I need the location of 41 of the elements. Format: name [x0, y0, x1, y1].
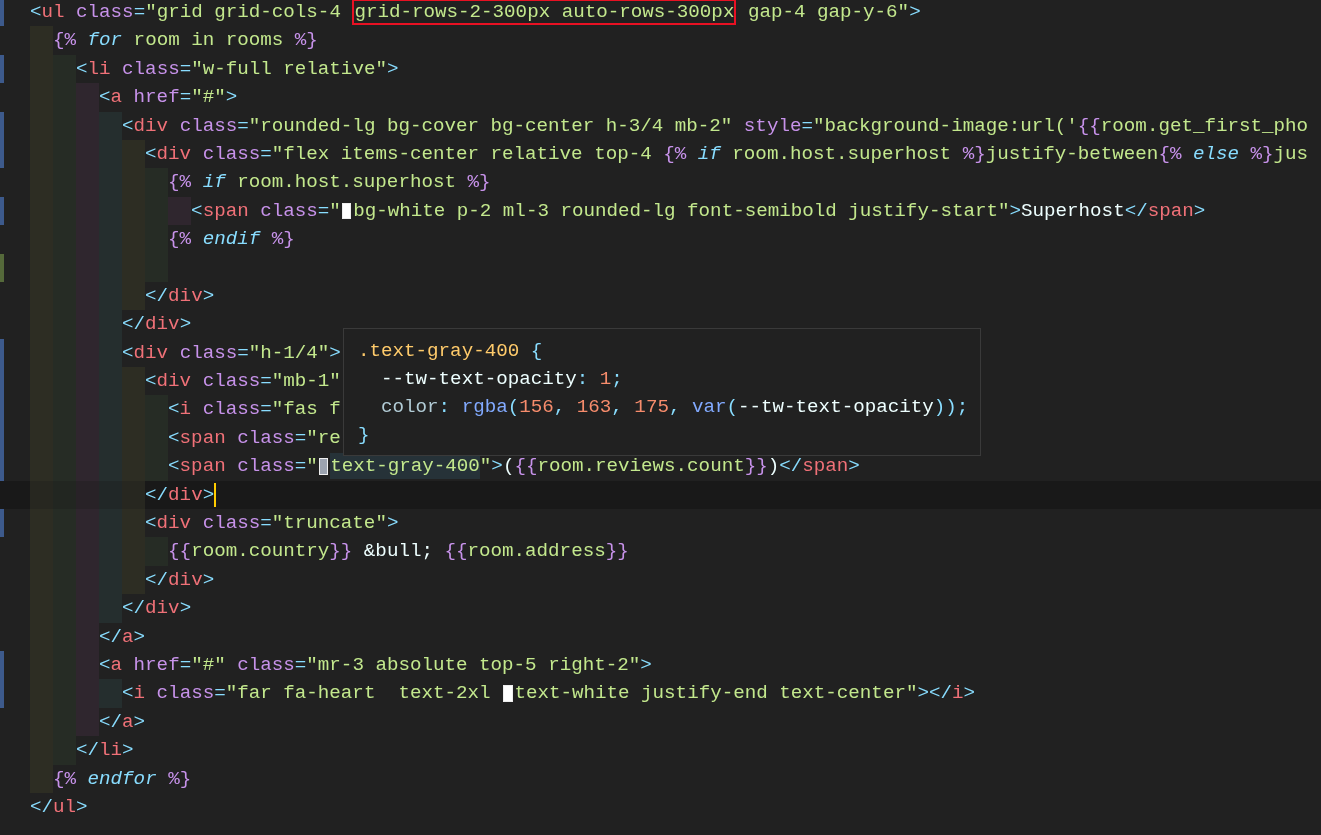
code-text: ">({{room.reviews.count}})</span>	[479, 454, 860, 480]
tooltip-line: .text-gray-400 {	[358, 339, 544, 364]
code-text: text-white justify-end text-center"></i>	[514, 681, 975, 707]
code-text: </ul>	[30, 794, 88, 820]
color-swatch-icon[interactable]	[318, 458, 329, 475]
code-text: {{room.country}} &bull; {{room.address}}	[168, 539, 629, 565]
code-text: {% endfor %}	[53, 766, 192, 792]
code-text: <div class="rounded-lg bg-cover bg-center h-3/4 mb-2" style="background-image:url('{{room.get_first_pho	[122, 113, 1309, 139]
code-text: <i class="far fa-heart text-2xl	[122, 681, 492, 707]
tooltip-line: }	[358, 423, 371, 448]
code-text: <div class="truncate">	[145, 511, 399, 537]
code-text: </a>	[99, 709, 146, 735]
code-text: <span class="	[191, 198, 341, 224]
code-text: <ul class="grid grid-cols-4	[30, 0, 342, 25]
code-text: <div class="h-1/4">	[122, 340, 341, 366]
code-text: </div>	[145, 283, 215, 309]
code-text: <i class="fas f	[168, 397, 341, 423]
code-text: </div>	[145, 567, 215, 593]
code-text: {% for room in rooms %}	[53, 28, 318, 54]
annotation-box: grid-rows-2-300px auto-rows-300px	[352, 0, 737, 26]
tooltip-line: color: rgba(156, 163, 175, var(--tw-text-opacity));	[380, 395, 970, 420]
code-text: </li>	[76, 738, 134, 764]
code-text: {% if room.host.superhost %}	[168, 170, 491, 196]
code-text: {% endif %}	[168, 227, 295, 253]
code-text: bg-white p-2 ml-3 rounded-lg font-semibold justify-start">Superhost</span>	[353, 198, 1206, 224]
code-text: <span class="	[168, 454, 318, 480]
code-text: <a href="#">	[99, 85, 238, 111]
code-text: </div>	[145, 482, 215, 508]
code-text: <a href="#" class="mr-3 absolute top-5 right-2">	[99, 653, 652, 678]
text-cursor	[214, 482, 217, 507]
tooltip-line: --tw-text-opacity: 1;	[380, 367, 624, 392]
color-swatch-icon[interactable]	[502, 685, 513, 702]
code-text: <div class="mb-1"	[145, 369, 341, 395]
code-text: </div>	[122, 312, 192, 338]
code-text: gap-4 gap-y-6">	[746, 0, 921, 25]
color-swatch-icon[interactable]	[341, 202, 352, 220]
code-text: </div>	[122, 596, 192, 622]
code-text: <div class="flex items-center relative top-4 {% if room.host.superhost %}justify-between{% else %}jus	[145, 141, 1309, 167]
code-text: <span class="re	[168, 425, 341, 451]
code-text: </a>	[99, 624, 146, 650]
code-text: <li class="w-full relative">	[76, 56, 399, 82]
